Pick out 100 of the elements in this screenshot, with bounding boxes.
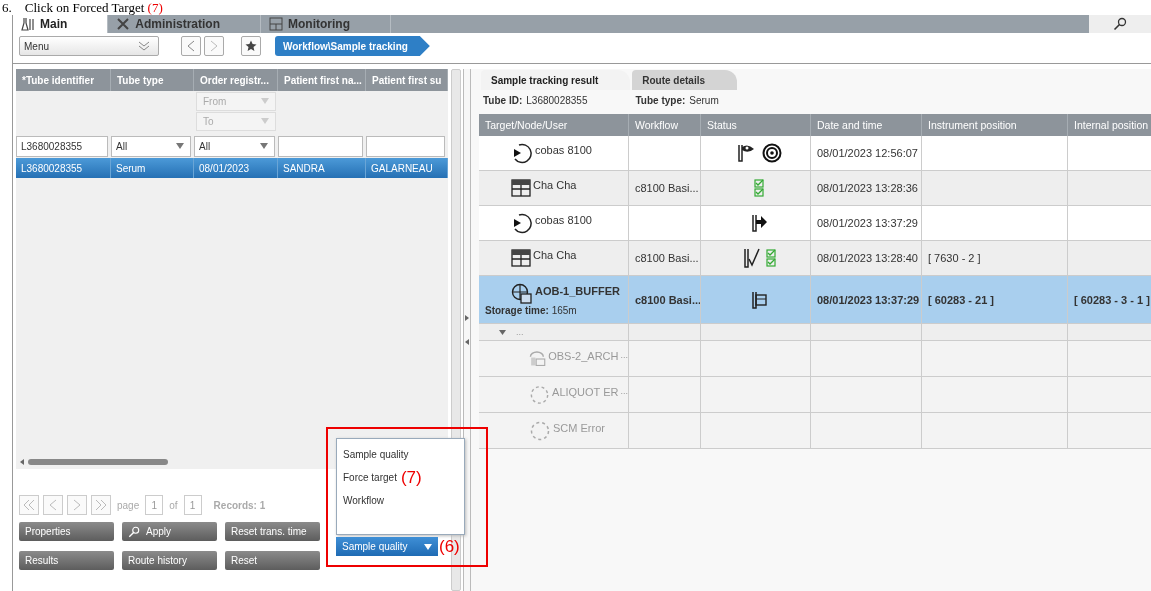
target-name: OBS-2_ARCH: [548, 349, 619, 362]
more-indicator: ...: [620, 349, 628, 360]
chevron-left-icon: [49, 499, 57, 511]
page-label: page: [116, 499, 141, 511]
result-tab[interactable]: Sample tracking result: [481, 70, 631, 90]
previous-page-button[interactable]: [43, 495, 63, 515]
column-header[interactable]: Order registr...: [194, 69, 278, 91]
step-annotation: (7): [400, 469, 422, 486]
expand-triangle-icon[interactable]: [499, 329, 506, 335]
records-count: Records: 1: [212, 499, 267, 511]
triangle-down-icon: [261, 118, 269, 124]
filter-input[interactable]: [366, 135, 445, 157]
scrollbar-thumb[interactable]: [28, 459, 168, 465]
tube-arrow-icon: [749, 213, 768, 233]
tube-eye-icon: [735, 143, 756, 163]
target-name: ALIQUOT ER: [552, 385, 619, 398]
tools-icon: [116, 17, 131, 31]
module-icon: [511, 249, 531, 267]
chevron-left-icon: [187, 40, 195, 52]
action-button[interactable]: Results: [19, 551, 114, 570]
action-button[interactable]: Properties: [19, 522, 114, 541]
route-row[interactable]: AOB-1_BUFFER Storage time: 165m c8100 Basi... 08/01/2023 13:37:29 [ 60283 - 21 ] [ 60283 - 3 - 1 ]: [479, 276, 1151, 324]
instrument-position-cell: [ 7630 - 2 ]: [928, 252, 981, 264]
column-header[interactable]: Tube type: [111, 69, 194, 91]
favorite-button[interactable]: [241, 36, 261, 56]
module-icon: [511, 179, 531, 197]
route-row[interactable]: Cha Cha c8100 Basi... 08/01/2023 13:28:40 [ 7630 - 2 ]: [479, 241, 1151, 276]
star-icon: [245, 40, 257, 52]
more-indicator: ...: [620, 385, 628, 396]
triangle-down-icon: [176, 143, 184, 149]
next-page-button[interactable]: [67, 495, 87, 515]
dashed-circle-icon: [529, 419, 551, 442]
filter-dropdown[interactable]: All: [194, 135, 275, 157]
route-row[interactable]: cobas 8100 08/01/2023 13:37:29: [479, 206, 1151, 241]
tube-check-icon: [741, 247, 760, 269]
triangle-down-icon: [261, 98, 269, 104]
step-annotation: (6): [439, 538, 460, 555]
menu-option[interactable]: Workflow: [343, 495, 384, 506]
target-name: Cha Cha: [533, 179, 577, 191]
workflow-cell: c8100 Basi...: [635, 252, 699, 264]
action-button[interactable]: Apply: [122, 522, 217, 541]
filter-dropdown[interactable]: All: [111, 135, 191, 157]
column-header[interactable]: *Tube identifier: [16, 69, 111, 91]
date-time-cell: 08/01/2023 13:37:29: [817, 217, 918, 229]
collapse-left-icon[interactable]: [465, 339, 469, 345]
total-pages-field: 1: [183, 495, 202, 515]
workflow-cell: c8100 Basi...: [635, 182, 699, 194]
spiral-icon: [761, 143, 782, 163]
target-name: cobas 8100: [535, 144, 592, 156]
storage-time-value: 165m: [551, 305, 577, 316]
circle-play-icon: [511, 212, 533, 234]
route-row[interactable]: Cha Cha c8100 Basi... 08/01/2023 13:28:36: [479, 171, 1151, 206]
of-label: of: [168, 499, 179, 511]
storage-icon: [511, 283, 533, 305]
filter-input[interactable]: L3680028355: [16, 135, 108, 157]
workflow-cell: c8100 Basi...: [635, 293, 700, 306]
main-tab[interactable]: Administration: [108, 15, 261, 33]
instrument-position-cell: [ 60283 - 21 ]: [928, 293, 995, 306]
double-chevron-right-icon: [95, 499, 107, 511]
info-label: Tube type:: [635, 94, 686, 106]
date-time-cell: 08/01/2023 13:28:40: [817, 252, 918, 264]
action-button[interactable]: Reset trans. time: [225, 522, 320, 541]
circle-play-icon: [511, 142, 533, 164]
target-name: Cha Cha: [533, 249, 577, 261]
result-tab[interactable]: Route details: [632, 70, 738, 90]
action-button[interactable]: Route history: [122, 551, 217, 570]
back-button[interactable]: [181, 36, 201, 56]
menu-option[interactable]: Sample quality: [343, 449, 409, 460]
double-chevron-icon: [138, 41, 150, 51]
info-label: Tube ID:: [483, 94, 523, 106]
action-dropdown[interactable]: Sample quality: [336, 537, 438, 556]
checklist-icon: [753, 179, 764, 197]
result-row[interactable]: L3680028355 Serum 08/01/2023 SANDRA GALARNEAU: [16, 158, 448, 178]
column-header[interactable]: Patient first na...: [278, 69, 366, 91]
expand-right-icon[interactable]: [465, 315, 469, 321]
chevron-right-icon: [210, 40, 218, 52]
menu-option[interactable]: Force target: [343, 472, 397, 483]
instruction-caption: 6. Click on Forced Target (7): [1, 0, 164, 15]
target-name: cobas 8100: [535, 214, 592, 226]
date-time-cell: 08/01/2023 12:56:07: [817, 147, 918, 159]
main-tab[interactable]: Monitoring: [261, 15, 391, 33]
search-button[interactable]: [1089, 15, 1151, 33]
forward-button[interactable]: [204, 36, 224, 56]
breadcrumb[interactable]: Workflow\Sample tracking: [275, 36, 430, 56]
filter-input[interactable]: [278, 135, 363, 157]
double-chevron-left-icon: [23, 499, 35, 511]
page-input[interactable]: 1: [145, 495, 164, 515]
menu-dropdown[interactable]: Menu: [19, 36, 159, 56]
first-page-button[interactable]: [19, 495, 39, 515]
last-page-button[interactable]: [91, 495, 111, 515]
column-header[interactable]: Patient first su: [366, 69, 448, 91]
search-icon: [128, 525, 140, 538]
group-label: ...: [516, 327, 524, 337]
main-tab[interactable]: Main: [13, 15, 109, 33]
info-value: Serum: [689, 94, 719, 106]
info-value: L3680028355: [526, 94, 588, 106]
action-button[interactable]: Reset: [225, 551, 320, 570]
route-row[interactable]: cobas 8100 08/01/2023 12:56:07: [479, 136, 1151, 171]
monitor-icon: [269, 17, 283, 31]
internal-position-cell: [ 60283 - 3 - 1 ]: [1074, 293, 1150, 306]
